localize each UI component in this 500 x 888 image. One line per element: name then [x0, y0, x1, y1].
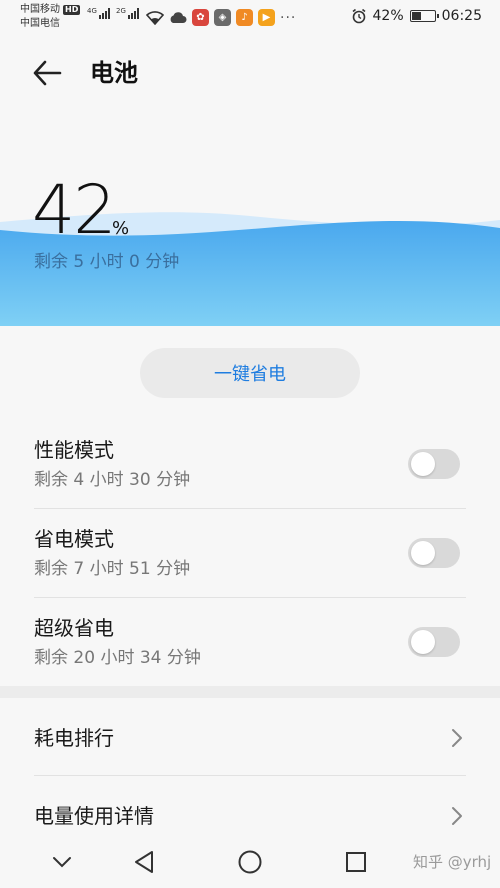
signal-1-icon: 4G: [87, 8, 110, 19]
app-music-icon: ♪: [236, 9, 253, 26]
mode-remaining: 剩余 7 小时 51 分钟: [34, 559, 191, 579]
section-separator: [0, 686, 500, 698]
carrier-1-label: 中国移动: [20, 4, 60, 15]
nav-label: 耗电排行: [34, 726, 114, 750]
page-title: 电池: [90, 59, 138, 87]
ultra-power-save-toggle[interactable]: [408, 627, 460, 657]
carrier-2-label: 中国电信: [20, 18, 60, 29]
mode-title: 超级省电: [34, 616, 114, 640]
app-weibo-icon: ✿: [192, 9, 209, 26]
chevron-right-icon: [452, 729, 462, 747]
percent-sign: %: [112, 218, 130, 239]
toggle-knob: [411, 452, 435, 476]
watermark: 知乎 @yrhj: [413, 853, 492, 871]
circle-home-icon: [238, 850, 262, 874]
mode-remaining: 剩余 20 小时 34 分钟: [34, 648, 201, 668]
toggle-knob: [411, 630, 435, 654]
cloud-icon: [170, 11, 187, 23]
nav-recents-button[interactable]: [334, 840, 378, 884]
triangle-back-icon: [135, 851, 153, 873]
signal-1-type: 4G: [87, 7, 97, 15]
power-consumption-ranking-row[interactable]: 耗电排行: [0, 700, 500, 776]
nav-home-button[interactable]: [228, 840, 272, 884]
mode-title: 性能模式: [34, 438, 114, 462]
battery-percent-status: 42%: [372, 8, 404, 24]
hd-badge: HD: [63, 5, 81, 15]
arrow-left-icon: [33, 60, 62, 86]
status-bar: 中国移动 HD 中国电信 4G 2G ✿ ◈ ♪ ▶ ··· 42% 06:25: [0, 0, 500, 36]
mode-remaining: 剩余 4 小时 30 分钟: [34, 470, 191, 490]
app-video-icon: ▶: [258, 9, 275, 26]
power-save-mode-toggle[interactable]: [408, 538, 460, 568]
carrier-info: 中国移动 HD 中国电信: [20, 3, 81, 31]
wifi-icon: [146, 10, 164, 25]
status-right: 42% 06:25: [351, 8, 482, 24]
toggle-knob: [411, 541, 435, 565]
clock: 06:25: [441, 8, 482, 24]
signal-2-icon: 2G: [116, 8, 139, 19]
back-button[interactable]: [30, 58, 64, 88]
battery-percent-large: 42: [32, 171, 117, 250]
chevron-right-icon: [452, 807, 462, 825]
more-notifications-icon: ···: [280, 9, 297, 26]
nav-label: 电量使用详情: [34, 804, 154, 828]
collapse-nav-button[interactable]: [40, 840, 84, 884]
performance-mode-row: 性能模式 剩余 4 小时 30 分钟: [0, 420, 500, 508]
battery-icon: [409, 10, 439, 22]
chevron-down-icon: [53, 857, 71, 868]
signal-2-type: 2G: [116, 7, 126, 15]
alarm-icon: [352, 8, 366, 24]
notification-icons: ✿ ◈ ♪ ▶ ···: [146, 9, 296, 26]
mode-title: 省电模式: [34, 527, 114, 551]
battery-remaining-time: 剩余 5 小时 0 分钟: [34, 252, 180, 272]
app-shield-icon: ◈: [214, 9, 231, 26]
power-save-mode-row: 省电模式 剩余 7 小时 51 分钟: [0, 509, 500, 597]
nav-back-button[interactable]: [122, 840, 166, 884]
performance-mode-toggle[interactable]: [408, 449, 460, 479]
one-key-power-save-button[interactable]: 一键省电: [140, 348, 360, 398]
square-recents-icon: [346, 852, 366, 872]
ultra-power-save-row: 超级省电 剩余 20 小时 34 分钟: [0, 598, 500, 686]
